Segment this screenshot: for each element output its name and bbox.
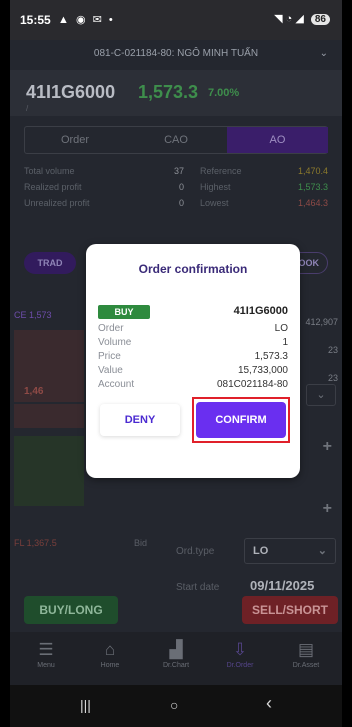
plus-icon[interactable]: + — [323, 500, 332, 518]
notification-icons: ▲ ◉ ✉ • — [58, 14, 115, 26]
recents-icon[interactable]: ||| — [80, 697, 91, 713]
side-badge: BUY — [98, 305, 150, 319]
trade-button[interactable]: TRAD — [24, 252, 76, 274]
detail-key: Price — [98, 351, 121, 362]
nav-dr-chart[interactable]: ▟ Dr.Chart — [146, 640, 206, 669]
account-selector[interactable]: 081-C-021184-80: NGÔ MINH TUẤN ⌄ — [10, 40, 342, 68]
buy-long-button[interactable]: BUY/LONG — [24, 596, 118, 624]
detail-row: Value 15,733,000 — [98, 364, 288, 378]
chart-icon: ▟ — [169, 640, 183, 659]
stat-value: 0 — [178, 198, 184, 208]
detail-key: Volume — [98, 337, 132, 348]
stat-value: 0 — [178, 182, 184, 192]
detail-row: Price 1,573.3 — [98, 350, 288, 364]
right-value: 412,907 — [305, 317, 338, 327]
system-nav-bar: ||| ○ ‹ — [10, 685, 342, 727]
dialog-title: Order confirmation — [138, 262, 248, 276]
stat-value: 1,573.3 — [297, 182, 328, 192]
menu-icon: ☰ — [38, 640, 54, 659]
ask-depth-bar — [14, 404, 84, 428]
sell-short-button[interactable]: SELL/SHORT — [242, 596, 338, 624]
symbol-change: 7.00% — [208, 87, 240, 99]
bid-depth-bar — [14, 436, 84, 506]
home-icon: ⌂ — [104, 640, 116, 659]
right-value: 23 — [327, 345, 338, 355]
deny-button[interactable]: DENY — [100, 404, 180, 436]
confirm-button[interactable]: CONFIRM — [196, 402, 286, 438]
bottom-nav: ☰ Menu ⌂ Home ▟ Dr.Chart ⇩ Dr.Order ▤ Dr… — [10, 632, 342, 685]
detail-key: Account — [98, 379, 135, 390]
home-button-icon[interactable]: ○ — [170, 697, 178, 713]
asset-icon: ▤ — [297, 640, 315, 659]
signal-icons: ◥ ◔ ◢ 86 — [274, 12, 330, 25]
account-label: 081-C-021184-80: NGÔ MINH TUẤN — [93, 48, 259, 59]
stat-value: 37 — [173, 166, 184, 176]
detail-key: Order — [98, 323, 124, 334]
dialog-details: Order LO Volume 1 Price 1,573.3 Value 15… — [98, 322, 288, 392]
stat-label: Highest — [200, 182, 231, 192]
detail-row: Account 081C021184-80 — [98, 378, 288, 392]
detail-value: 15,733,000 — [237, 365, 288, 376]
order-icon: ⇩ — [232, 640, 248, 659]
stat-row: Total volume 37 Reference 1,470.4 — [24, 166, 328, 182]
stat-value: 1,464.3 — [297, 198, 328, 208]
nav-label: Menu — [37, 662, 55, 669]
stat-label: Lowest — [200, 198, 229, 208]
stat-row: Unrealized profit 0 Lowest 1,464.3 — [24, 198, 328, 214]
stats-panel: Total volume 37 Reference 1,470.4 Realiz… — [24, 166, 328, 214]
chevron-down-icon: ⌄ — [319, 48, 328, 59]
nav-label: Dr.Order — [226, 662, 254, 669]
symbol-header[interactable]: 41I1G6000 1,573.3 7.00% / — [10, 70, 342, 116]
tab-ao[interactable]: AO — [227, 127, 328, 153]
nav-label: Dr.Chart — [162, 662, 190, 669]
floor-price: FL 1,367.5 — [14, 538, 57, 548]
ord-type-select[interactable]: LO ⌄ — [244, 538, 336, 564]
tab-order[interactable]: Order — [25, 127, 125, 153]
status-bar: 15:55 ▲ ◉ ✉ • ◥ ◔ ◢ 86 — [10, 0, 342, 40]
nav-home[interactable]: ⌂ Home — [80, 640, 140, 669]
bid-label: Bid — [134, 538, 148, 548]
nav-dr-asset[interactable]: ▤ Dr.Asset — [276, 640, 336, 669]
detail-row: Volume 1 — [98, 336, 288, 350]
stat-row: Realized profit 0 Highest 1,573.3 — [24, 182, 328, 198]
detail-value: 081C021184-80 — [217, 379, 288, 390]
status-time: 15:55 — [20, 13, 51, 27]
detail-value: 1 — [282, 337, 288, 348]
detail-value: 1,573.3 — [254, 351, 288, 362]
symbol-price: 1,573.3 — [138, 82, 199, 102]
stat-value: 1,470.4 — [297, 166, 328, 176]
order-confirmation-dialog: Order confirmation BUY 41I1G6000 Order L… — [86, 244, 300, 478]
detail-value: LO — [274, 323, 288, 334]
nav-menu[interactable]: ☰ Menu — [16, 640, 76, 669]
chevron-down-icon[interactable]: ⌄ — [306, 384, 336, 406]
nav-label: Home — [100, 662, 120, 669]
stat-label: Reference — [200, 166, 242, 176]
stat-label: Total volume — [24, 166, 75, 176]
ceiling-price: CE 1,573 — [14, 310, 52, 320]
tab-cao[interactable]: CAO — [126, 127, 226, 153]
signal-icon: ◥ ◔ ◢ — [274, 13, 304, 25]
ord-type-value: LO — [253, 545, 269, 557]
phone-screen: 15:55 ▲ ◉ ✉ • ◥ ◔ ◢ 86 081-C-021184-80: … — [10, 0, 342, 727]
detail-key: Value — [98, 365, 123, 376]
right-values: 412,907 23 23 — [305, 308, 338, 392]
stat-label: Realized profit — [24, 182, 82, 192]
symbol-code: 41I1G6000 — [26, 82, 116, 102]
ask-price-label: 1,46 — [24, 386, 44, 397]
detail-row: Order LO — [98, 322, 288, 336]
back-icon[interactable]: ‹ — [266, 693, 272, 714]
start-date-value[interactable]: 09/11/2025 — [250, 578, 314, 593]
chevron-down-icon: ⌄ — [317, 545, 327, 557]
nav-dr-order[interactable]: ⇩ Dr.Order — [210, 640, 270, 669]
symbol-sub: / — [26, 104, 29, 113]
dialog-symbol: 41I1G6000 — [233, 305, 288, 317]
battery-icon: 86 — [310, 14, 330, 25]
plus-icon[interactable]: + — [323, 438, 332, 456]
nav-label: Dr.Asset — [292, 662, 320, 669]
order-type-tabs: Order CAO AO — [24, 126, 328, 154]
stat-label: Unrealized profit — [24, 198, 90, 208]
start-date-label: Start date — [176, 582, 220, 593]
ord-type-label: Ord.type — [176, 546, 215, 557]
